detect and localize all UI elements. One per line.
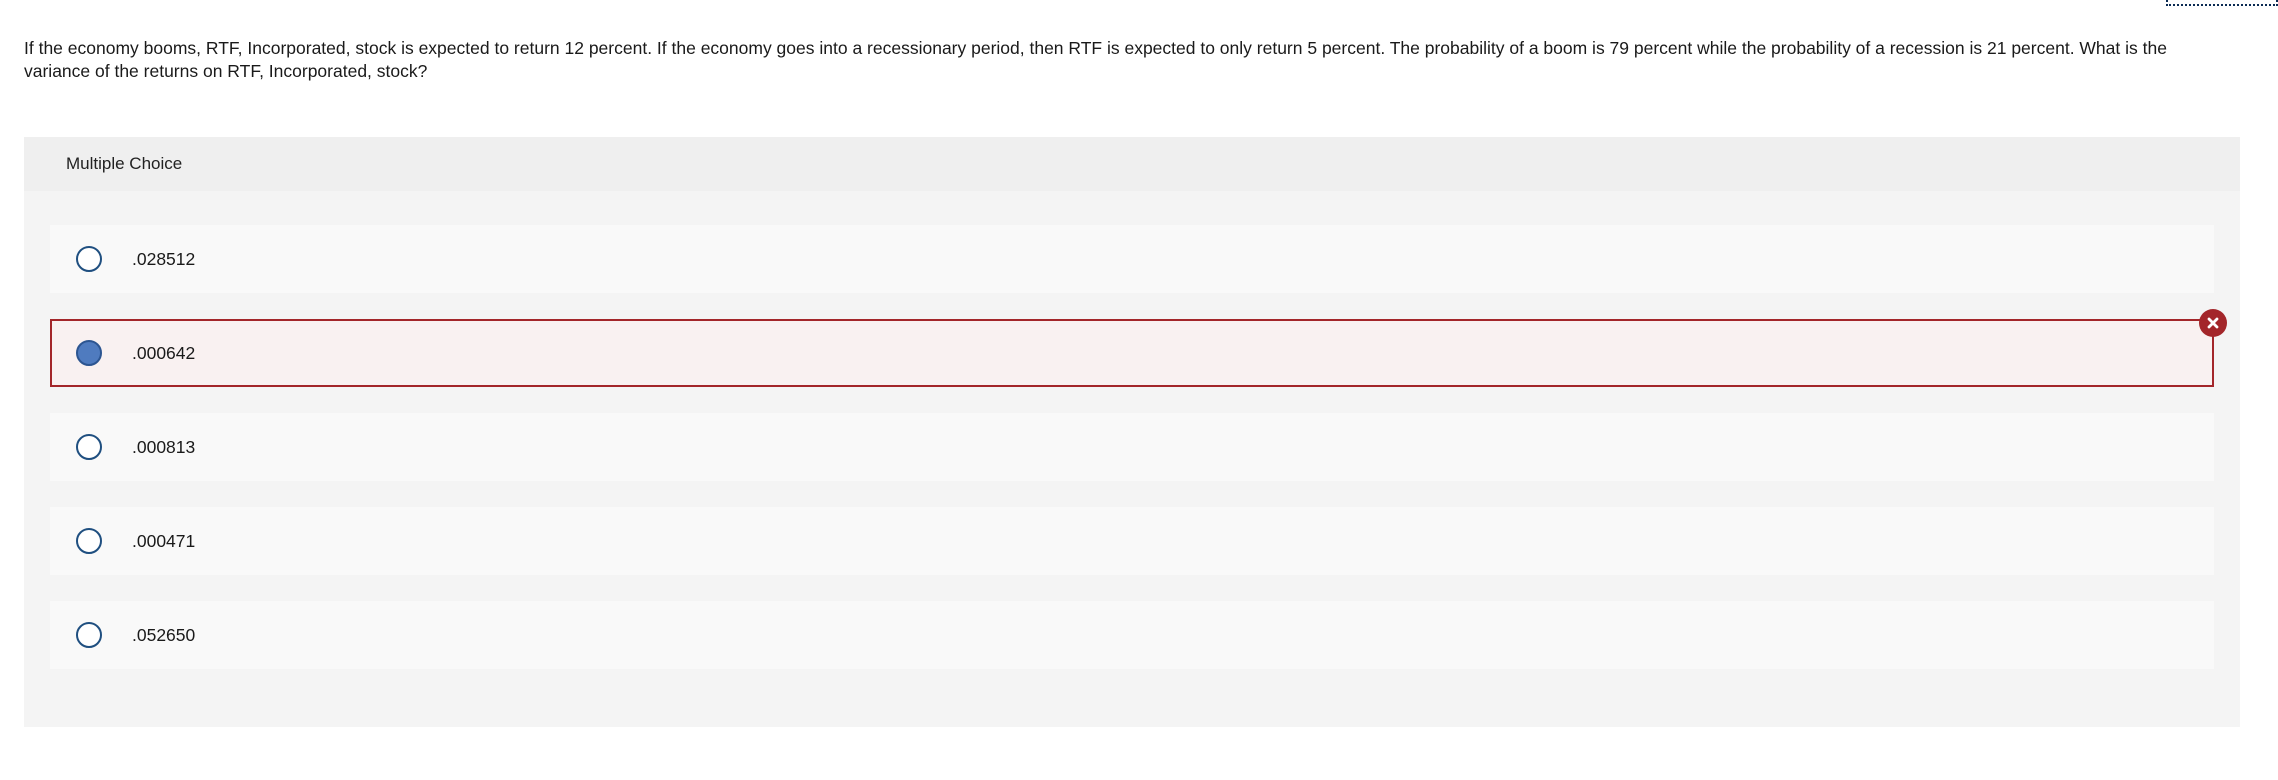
answer-option-1[interactable]: .028512 — [50, 225, 2214, 293]
answer-options: .028512 .000642 .000813 .000471 .052650 — [50, 225, 2227, 695]
multiple-choice-panel: Multiple Choice .028512 .000642 .000813 … — [24, 137, 2240, 727]
answer-option-label: .000471 — [132, 530, 196, 551]
multiple-choice-title: Multiple Choice — [66, 154, 183, 173]
radio-button[interactable] — [76, 622, 102, 648]
radio-button-selected[interactable] — [76, 340, 102, 366]
answer-option-2[interactable]: .000642 — [50, 309, 2227, 387]
answer-option-label: .028512 — [132, 248, 196, 269]
question-text: If the economy booms, RTF, Incorporated,… — [24, 38, 2167, 81]
top-right-focus-outline — [2166, 0, 2278, 6]
multiple-choice-header: Multiple Choice — [24, 137, 2240, 191]
answer-option-5[interactable]: .052650 — [50, 601, 2214, 669]
answer-option-label: .000642 — [132, 342, 196, 363]
answer-option-3[interactable]: .000813 — [50, 413, 2214, 481]
radio-button[interactable] — [76, 434, 102, 460]
answer-option-label: .052650 — [132, 624, 196, 645]
incorrect-x-icon — [2199, 309, 2227, 337]
answer-option-label: .000813 — [132, 436, 196, 457]
radio-button[interactable] — [76, 528, 102, 554]
radio-button[interactable] — [76, 246, 102, 272]
answer-option-4[interactable]: .000471 — [50, 507, 2214, 575]
